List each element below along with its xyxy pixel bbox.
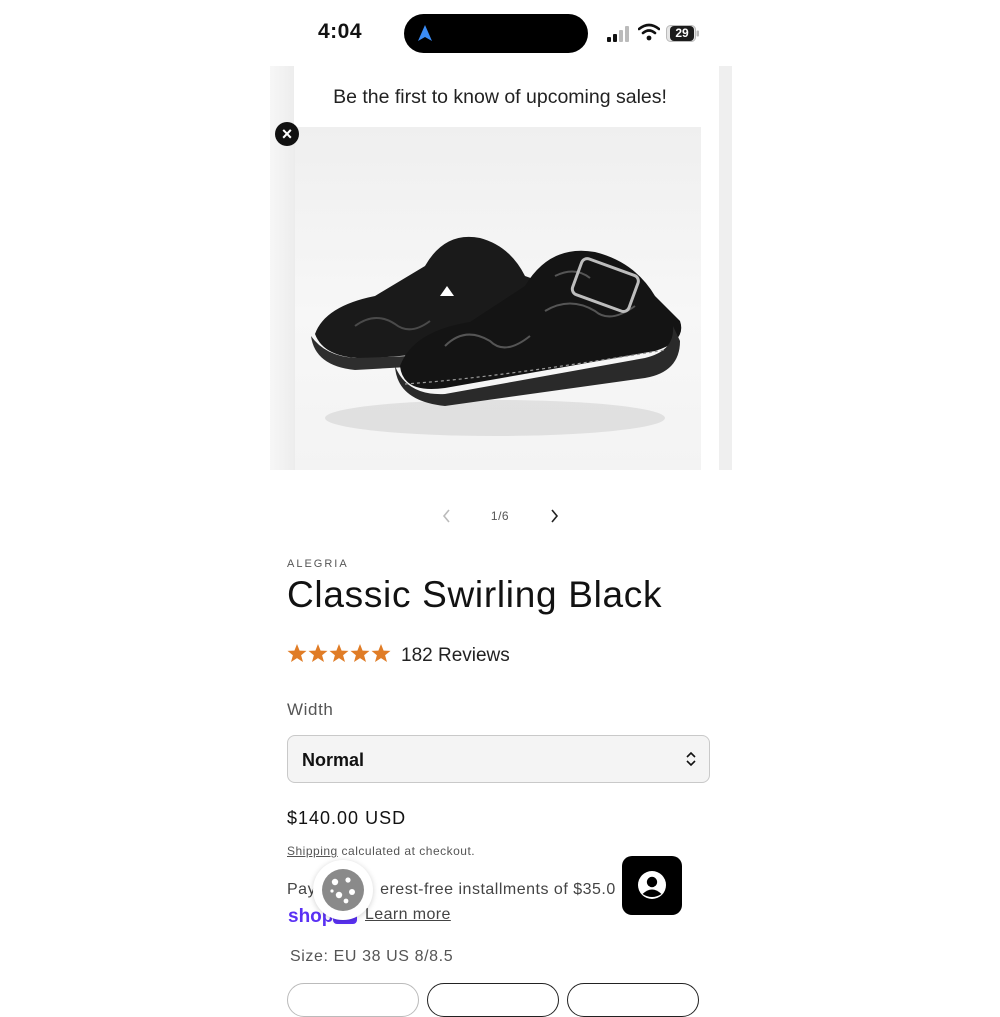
star-icon — [308, 644, 328, 662]
slide-counter: 1/6 — [490, 509, 510, 523]
reviews-link[interactable]: 182 Reviews — [401, 645, 510, 667]
cookie-icon — [322, 869, 364, 911]
width-selected-value: Normal — [302, 750, 365, 770]
shoe-illustration — [311, 236, 682, 436]
size-option[interactable] — [287, 983, 419, 1017]
width-select[interactable]: Normal — [287, 735, 710, 783]
learn-more-link[interactable]: Learn more — [365, 906, 451, 924]
star-icon — [350, 644, 370, 662]
size-option[interactable] — [427, 983, 559, 1017]
size-label: Size: EU 38 US 8/8.5 — [290, 948, 454, 965]
product-image[interactable] — [295, 126, 701, 470]
chevron-right-icon[interactable] — [545, 506, 563, 526]
shipping-note-text: calculated at checkout. — [337, 844, 476, 858]
installments-text: erest-free installments of $35.0 — [380, 881, 616, 898]
product-title: Classic Swirling Black — [287, 574, 663, 615]
product-price: $140.00 USD — [287, 808, 407, 828]
star-icon — [329, 644, 349, 662]
width-label: Width — [287, 700, 334, 719]
chevron-left-icon[interactable] — [438, 506, 456, 526]
location-arrow-icon — [418, 25, 432, 41]
close-icon[interactable]: × — [275, 122, 299, 146]
star-icon — [287, 644, 307, 662]
shipping-link[interactable]: Shipping — [287, 844, 338, 858]
cookie-settings-button[interactable] — [313, 860, 373, 920]
promo-banner-text: Be the first to know of upcoming sales! — [333, 86, 667, 108]
battery-level: 29 — [670, 26, 694, 41]
promo-banner[interactable]: Be the first to know of upcoming sales! — [294, 66, 706, 127]
product-vendor: ALEGRIA — [287, 558, 349, 570]
star-icon — [371, 644, 391, 662]
size-option[interactable] — [567, 983, 699, 1017]
next-slide-peek — [719, 66, 732, 470]
wifi-icon — [638, 23, 660, 41]
account-icon — [638, 871, 666, 899]
cellular-signal-icon — [607, 26, 629, 42]
status-time: 4:04 — [318, 20, 363, 43]
rating-stars — [287, 644, 391, 662]
account-button[interactable] — [622, 856, 682, 915]
chevron-up-down-icon — [686, 751, 696, 767]
installments-prefix: Pay — [287, 881, 317, 898]
shipping-note: Shipping calculated at checkout. — [287, 844, 475, 858]
